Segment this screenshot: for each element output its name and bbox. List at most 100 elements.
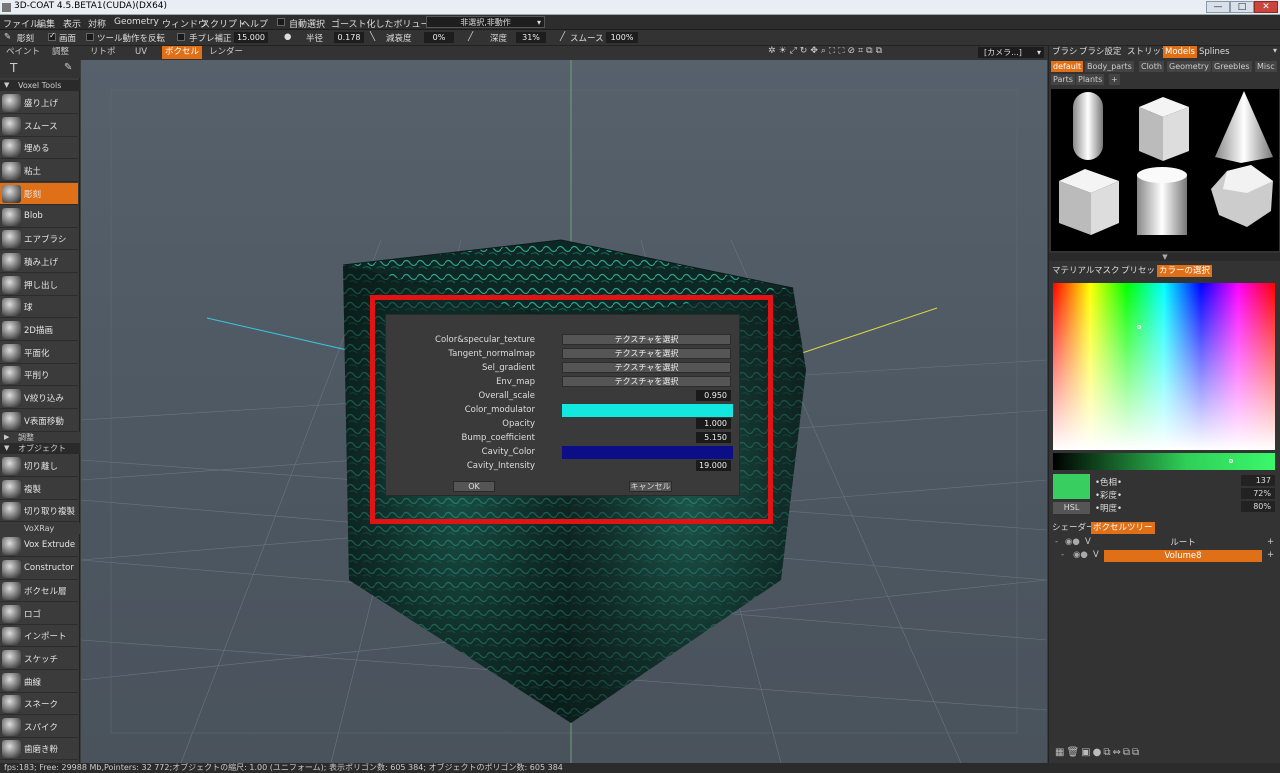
hsl-mode-button[interactable]: HSL [1053,502,1090,514]
lightness-handle[interactable] [1229,459,1233,463]
tool-vox-extrude[interactable]: Vox Extrude [0,535,78,557]
tab-voxel[interactable]: ボクセル [162,46,203,59]
saturation-value[interactable]: 72% [1241,488,1275,499]
tool-smooth[interactable]: スムース [0,114,78,137]
menu-symmetry[interactable]: 対称 [88,17,106,30]
tab-color-picker[interactable]: カラーの選択 [1157,265,1213,277]
model-cube[interactable] [1139,97,1189,161]
color-swatch[interactable] [562,446,733,459]
tab-retopo[interactable]: リトポ [87,46,119,59]
model-dodecahedron[interactable] [1211,165,1273,227]
tool-build[interactable]: 盛り上げ [0,92,78,114]
param-number-field[interactable]: 5.150 [696,432,731,443]
menu-script[interactable]: スクリプト [201,17,246,30]
ok-button[interactable]: OK [453,481,495,492]
tab-materials[interactable]: マテリアル [1050,265,1096,277]
cancel-button[interactable]: キャンセル [629,481,672,492]
tab-uv[interactable]: UV [132,46,150,59]
tab-render[interactable]: レンダー [206,46,246,59]
select-texture-button[interactable]: テクスチャを選択 [562,376,731,387]
tool-sphere[interactable]: 球 [0,296,78,319]
color-swatch[interactable] [562,404,733,417]
tree-row-root[interactable]: - ◉● V ルート + [1049,537,1280,550]
select-texture-button[interactable]: テクスチャを選択 [562,348,731,359]
category-plants[interactable]: Plants [1076,74,1105,85]
tool-2d-paint[interactable]: 2D描画 [0,319,78,341]
tool-snake[interactable]: スネーク [0,693,78,716]
falloff-value[interactable]: 0% [424,32,454,43]
param-number-field[interactable]: 1.000 [696,418,731,429]
tree-tools-icons[interactable]: ▦🗑▣●⧉⇔⧉⧉ [1055,747,1141,758]
voxray-section-header[interactable]: VoXRay [0,523,80,534]
menu-geometry[interactable]: Geometry [114,17,159,27]
category-parts[interactable]: Parts [1051,74,1075,85]
tab-models[interactable]: Models [1163,46,1197,58]
tree-node-label[interactable]: Volume8 [1104,550,1262,562]
tab-voxel-tree[interactable]: ボクセルツリー [1091,522,1155,534]
model-box[interactable] [1059,169,1119,235]
tool-cut-clone[interactable]: 切り取り複製 [0,500,78,523]
maximize-button[interactable]: □ [1230,1,1254,13]
menu-help[interactable]: ヘルプ [241,17,268,30]
pen-icon[interactable]: ✎ [64,62,72,73]
lightness-slider[interactable] [1053,453,1275,470]
brush-mode-icons[interactable]: T ✎ [0,60,80,78]
tool-curve[interactable]: 曲線 [0,670,78,693]
3d-viewport[interactable]: Color&specular_texture テクスチャを選択 Tangent_no… [81,60,1047,763]
radius-value[interactable]: 0.178 [334,32,364,43]
visibility-icon[interactable]: ◉● [1073,550,1088,560]
select-texture-button[interactable]: テクスチャを選択 [562,334,731,345]
collapse-icon[interactable]: - [1055,537,1058,547]
tab-shaders[interactable]: シェーダー [1050,522,1097,534]
tool-flatten[interactable]: 平面化 [0,341,78,364]
objects-section-header[interactable]: ▼ オブジェクト [0,443,80,454]
tool-v-pinch[interactable]: V絞り込み [0,387,78,410]
tree-node-label[interactable]: ルート [1104,537,1262,549]
category-greebles[interactable]: Greebles [1212,61,1252,72]
adjust-section-header[interactable]: ▶ 調整 [0,432,80,443]
invert-tool-checkbox[interactable] [86,33,94,41]
add-category-icon[interactable]: + [1109,74,1120,85]
param-number-field[interactable]: 19.000 [696,460,731,471]
model-capsule[interactable] [1073,92,1103,160]
menu-edit[interactable]: 編集 [37,17,55,30]
category-default[interactable]: default [1051,61,1084,72]
tab-brush-settings[interactable]: ブラシ設定 [1077,46,1123,58]
param-number-field[interactable]: 0.950 [696,390,731,401]
tool-constructor[interactable]: Constructor [0,557,78,580]
screen-checkbox[interactable] [48,31,56,41]
color-picker-handle[interactable] [1137,325,1141,329]
tool-layer[interactable]: 積み上げ [0,250,78,273]
minimize-button[interactable]: — [1206,1,1230,13]
category-cloth[interactable]: Cloth [1139,61,1164,72]
stabilizer-checkbox[interactable] [177,33,185,41]
menu-view[interactable]: 表示 [63,17,81,30]
model-cone[interactable] [1215,91,1273,163]
stabilizer-value[interactable]: 15.000 [234,32,268,43]
visibility-icon[interactable]: ◉● [1065,537,1080,547]
select-texture-button[interactable]: テクスチャを選択 [562,362,731,373]
collapse-icon[interactable]: - [1061,550,1064,560]
voxel-tools-header[interactable]: ▼ Voxel Tools [0,80,80,91]
add-layer-icon[interactable]: + [1267,550,1274,560]
tab-brushes[interactable]: ブラシ [1050,46,1079,58]
smooth-value[interactable]: 100% [606,32,638,43]
navigation-icons[interactable]: ✲☀⤢↻✥⌕⛶⛶⊘⌗⧉⧉ [768,46,885,56]
tree-row-volume[interactable]: - ◉● V Volume8 + [1049,550,1280,563]
category-misc[interactable]: Misc [1255,61,1277,72]
category-body-parts[interactable]: Body_parts [1085,61,1134,72]
menu-file[interactable]: ファイル [3,17,39,30]
panel-menu-icon[interactable]: ▾ [1273,46,1277,55]
auto-select-checkbox[interactable] [277,18,285,26]
tab-splines[interactable]: Splines [1197,46,1232,58]
add-layer-icon[interactable]: + [1267,537,1274,547]
tool-blob[interactable]: Blob [0,205,78,228]
tab-tweak[interactable]: 調整 [49,46,72,59]
tool-clay[interactable]: 粘土 [0,160,78,183]
tool-clone[interactable]: 複製 [0,477,78,500]
tool-fill[interactable]: 埋める [0,137,78,160]
lightness-value[interactable]: 80% [1241,501,1275,512]
hue-value[interactable]: 137 [1241,475,1275,486]
tool-logo[interactable]: ロゴ [0,602,78,625]
category-geometry[interactable]: Geometry [1167,61,1211,72]
